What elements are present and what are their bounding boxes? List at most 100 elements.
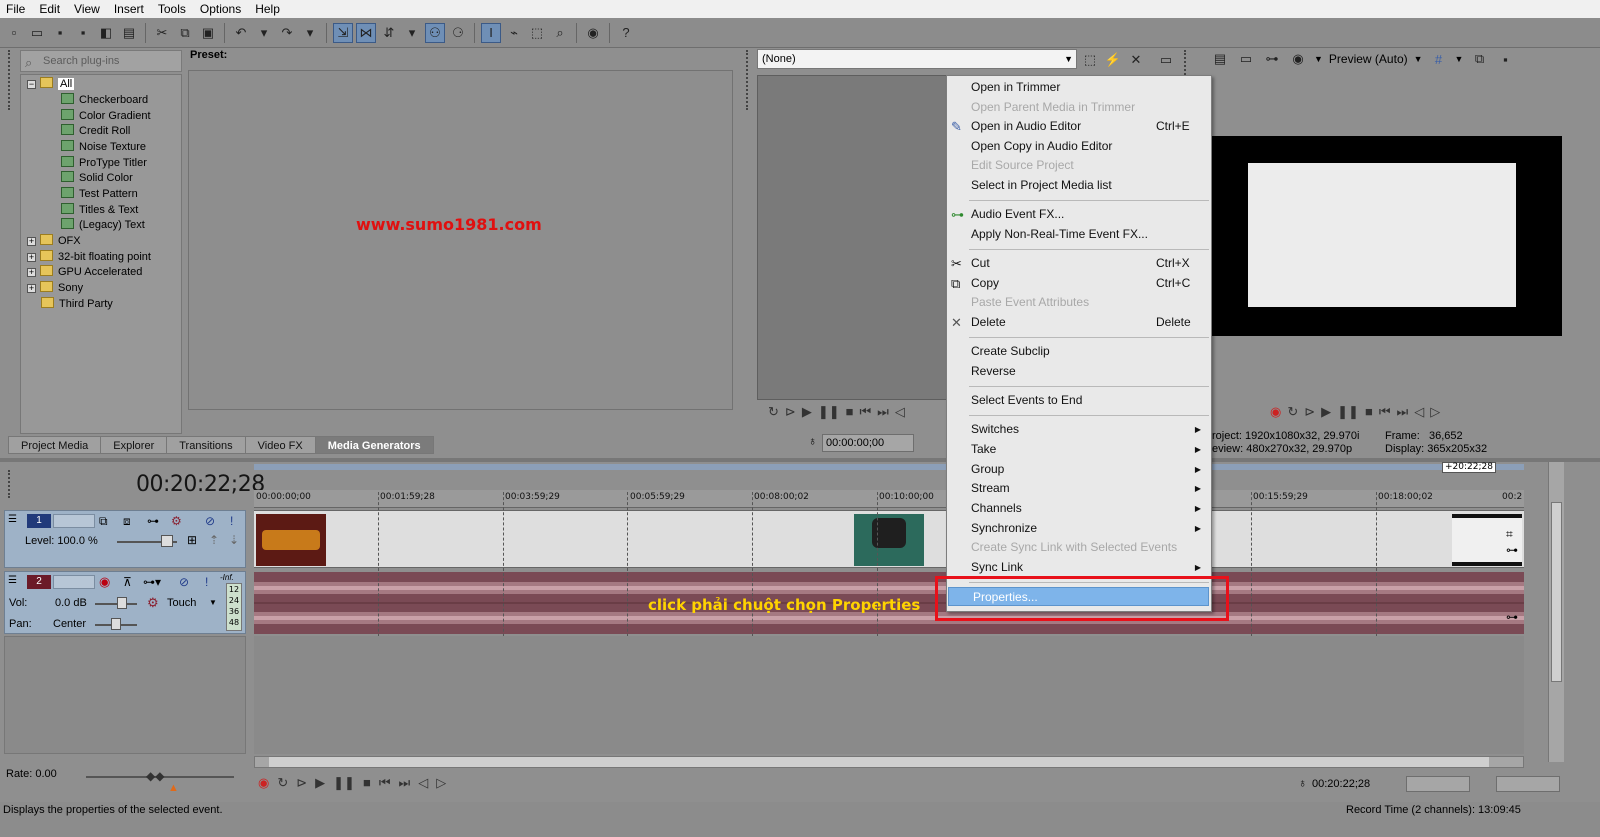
scrollbar-thumb[interactable] [1551,502,1562,682]
tab-transitions[interactable]: Transitions [166,436,246,454]
volume-slider[interactable] [95,603,137,605]
split-screen-icon[interactable]: ◉ [1288,49,1308,69]
menu-item-group[interactable]: Group ▶ [947,460,1211,479]
save-as-icon[interactable]: ▪ [73,23,93,43]
search-plugins-input[interactable]: ⌕ Search plug-ins [20,50,182,72]
tree-node-solid-color[interactable]: Solid Color [61,171,133,186]
main-timecode[interactable]: 00:20:22;28 [1312,776,1382,792]
trimmer-view[interactable] [757,75,947,400]
tab-project-media[interactable]: Project Media [8,436,102,454]
pause-icon[interactable]: ❚❚ [818,404,840,420]
snapping-icon[interactable]: ⇲ [333,22,353,43]
dock-grip[interactable] [8,470,12,498]
video-track-header[interactable]: ☰ 1 ⧉ ⧈ ⊶ ⚙ ⊘ ! Level: 100.0 % ⊞ ⇡ ⇣ [4,510,246,568]
external-monitor-icon[interactable]: ▭ [1236,49,1256,69]
zoom-tool-icon[interactable]: ⌕ [550,23,570,43]
tree-node-ofx[interactable]: + OFX [27,234,81,249]
loop-icon[interactable]: ↻ [277,775,288,791]
redo-icon[interactable]: ↷ [277,23,297,43]
paste-icon[interactable]: ▣ [198,23,218,43]
menu-file[interactable]: File [0,2,33,16]
child-icon[interactable]: ⇣ [229,533,239,547]
generate-mask-icon[interactable]: ⊞ [187,533,197,547]
tree-node-protype-titler[interactable]: ProType Titler [61,156,147,171]
go-to-end-icon[interactable]: ⏭ [399,775,411,791]
dock-grip[interactable] [8,50,12,110]
envelope-tool-icon[interactable]: ⌁ [504,23,524,43]
loop-region-bar[interactable] [254,464,1524,470]
stop-icon[interactable]: ■ [846,404,854,420]
record-icon[interactable]: ◉ [258,775,269,791]
prev-frame-icon[interactable]: ◁ [895,404,905,420]
menu-help[interactable]: Help [249,2,288,16]
event-fx-icon[interactable]: ⊶ [1506,543,1518,557]
track-collapse-icon[interactable]: ☰ [8,575,17,586]
menu-item-select-in-project-media[interactable]: Select in Project Media list [947,176,1211,195]
new-file-icon[interactable]: ▫ [4,23,24,43]
track-fx-icon[interactable]: ⊶ [147,514,159,528]
solo-icon[interactable]: ! [230,514,233,528]
menu-item-create-subclip[interactable]: Create Subclip [947,342,1211,361]
burn-disc-icon[interactable]: ◉ [583,23,603,43]
menu-view[interactable]: View [68,2,108,16]
save-icon[interactable]: ▪ [50,23,70,43]
properties-icon[interactable]: ▤ [119,23,139,43]
scrollbar-thumb[interactable] [269,757,1489,767]
monitor-icon[interactable]: ▭ [1156,50,1176,70]
tree-node-credit-roll[interactable]: Credit Roll [61,124,130,139]
chevron-down-icon[interactable]: ▼ [209,598,217,607]
prev-frame-icon[interactable]: ◁ [418,775,428,791]
collapse-icon[interactable]: − [27,80,36,89]
loop-icon[interactable]: ↻ [1287,404,1298,420]
timeline-empty-area[interactable] [254,636,1524,754]
dock-grip[interactable] [746,50,750,110]
record-icon[interactable]: ◉ [1270,404,1281,420]
pause-icon[interactable]: ❚❚ [333,775,355,791]
tab-explorer[interactable]: Explorer [100,436,168,454]
expand-icon[interactable]: + [27,253,36,262]
copy-icon[interactable]: ⧉ [175,23,195,43]
automation-settings-icon[interactable]: ⚙ [171,514,182,528]
event-pan-crop-icon[interactable]: ⌗ [1506,527,1513,542]
menu-item-open-in-trimmer[interactable]: Open in Trimmer [947,78,1211,97]
parent-icon[interactable]: ⇡ [209,533,219,547]
track-inverse-icon[interactable]: ⊼ [123,575,132,589]
next-frame-icon[interactable]: ▷ [1430,404,1440,420]
overlays-grid-icon[interactable]: # [1429,49,1449,69]
wand-icon[interactable]: ⚡ [1103,50,1123,70]
play-from-start-icon[interactable]: ⊳ [296,775,307,791]
mute-icon[interactable]: ⊘ [205,514,215,528]
play-from-start-icon[interactable]: ⊳ [785,404,796,420]
go-to-start-icon[interactable]: ⏮ [1379,404,1391,420]
level-slider-thumb[interactable] [161,535,173,547]
play-icon[interactable]: ▶ [802,404,812,420]
tree-node-third-party[interactable]: Third Party [41,297,113,312]
auto-crossfade-icon[interactable]: ⋈ [356,22,376,43]
loop-icon[interactable]: ↻ [768,404,779,420]
arm-for-record-icon[interactable]: ◉ [99,574,110,590]
expand-icon[interactable]: + [27,284,36,293]
play-icon[interactable]: ▶ [315,775,325,791]
menu-tools[interactable]: Tools [152,2,194,16]
tree-node-color-gradient[interactable]: Color Gradient [61,109,151,124]
tree-node-gpu[interactable]: + GPU Accelerated [27,265,142,280]
mute-icon[interactable]: ⊘ [179,575,189,589]
stop-icon[interactable]: ■ [1365,404,1373,420]
tree-node-32bit[interactable]: +32-bit floating point [27,250,151,265]
tree-node-test-pattern[interactable]: Test Pattern [61,187,138,202]
track-collapse-icon[interactable]: ☰ [8,514,17,525]
go-to-start-icon[interactable]: ⏮ [379,775,391,791]
render-icon[interactable]: ◧ [96,23,116,43]
tree-node-legacy-text[interactable]: (Legacy) Text [61,218,145,233]
add-to-project-icon[interactable]: ⬚ [1080,50,1100,70]
undo-dropdown-icon[interactable]: ▾ [254,23,274,43]
preset-area[interactable] [188,70,733,410]
tab-video-fx[interactable]: Video FX [244,436,316,454]
menu-item-audio-event-fx[interactable]: ⊶ Audio Event FX... [947,205,1211,224]
whats-this-help-icon[interactable]: ? [616,23,636,43]
menu-item-channels[interactable]: Channels ▶ [947,499,1211,518]
menu-item-take[interactable]: Take ▶ [947,440,1211,459]
play-icon[interactable]: ▶ [1321,404,1331,420]
touch-mode[interactable]: Touch [167,597,196,609]
menu-item-sync-link[interactable]: Sync Link ▶ [947,558,1211,577]
